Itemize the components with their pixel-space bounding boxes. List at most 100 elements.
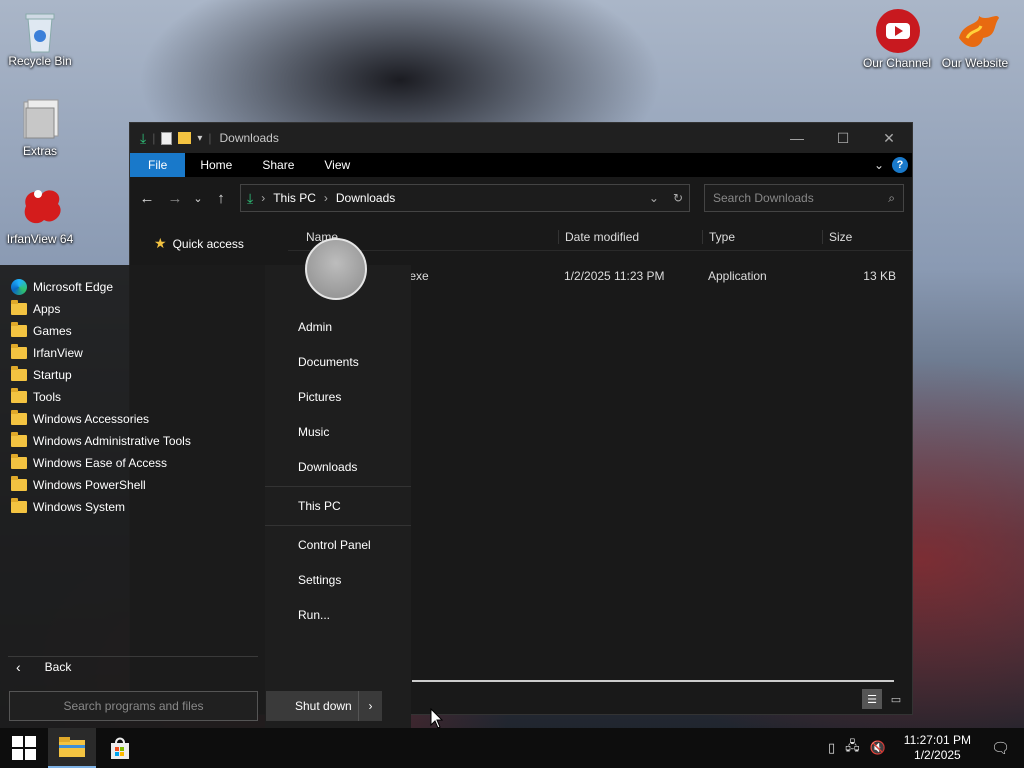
desktop-icon-label: Our Channel [862, 56, 932, 70]
title-bar[interactable]: ⤓ | ▾ | Downloads — ☐ ✕ [130, 123, 912, 153]
taskbar: ▯ 🖧 🔇 11:27:01 PM 1/2/2025 🗨 [0, 728, 1024, 768]
search-box[interactable]: Search Downloads ⌕ [704, 184, 904, 212]
taskbar-store[interactable] [96, 728, 144, 768]
notification-icon[interactable]: 🗨 [991, 739, 1010, 757]
desktop-icon-extras[interactable]: Extras [0, 96, 80, 158]
network-icon[interactable]: 🖧 [845, 737, 860, 759]
start-item-label: Windows PowerShell [33, 478, 146, 492]
taskbar-file-explorer[interactable] [48, 728, 96, 768]
minimize-button[interactable]: — [774, 123, 820, 153]
start-item-windows-ease-of-access[interactable]: Windows Ease of Access [0, 452, 260, 474]
start-menu: Microsoft Edge Apps Games IrfanView Star… [0, 238, 411, 733]
star-icon: ★ [154, 235, 167, 251]
breadcrumb-downloads[interactable]: Downloads [336, 191, 395, 205]
volume-muted-icon[interactable]: 🔇 [870, 740, 886, 756]
nav-item-quick-access[interactable]: ★ Quick access [130, 235, 288, 252]
search-icon: ⌕ [888, 190, 895, 205]
divider [8, 656, 258, 657]
phoenix-icon [953, 8, 999, 52]
start-link-settings[interactable]: Settings [298, 573, 341, 587]
horizontal-scrollbar[interactable] [412, 680, 894, 682]
start-link-admin[interactable]: Admin [298, 320, 332, 334]
new-folder-icon[interactable] [178, 132, 192, 144]
column-headers: Name Date modified Type Size [288, 219, 912, 251]
breadcrumb-separator-icon: › [261, 191, 266, 205]
file-type: Application [708, 269, 767, 283]
folder-icon [11, 300, 27, 315]
start-button[interactable] [0, 728, 48, 768]
start-item-startup[interactable]: Startup [0, 364, 260, 386]
downloads-location-icon: ⤓ [247, 189, 254, 206]
back-arrow-icon[interactable]: ← [136, 190, 158, 207]
properties-icon[interactable] [161, 131, 173, 145]
details-view-icon[interactable]: ☰ [862, 689, 882, 709]
desktop-icon-label: Our Website [941, 56, 1009, 70]
desktop-icon-our-channel[interactable]: Our Channel [857, 8, 937, 70]
customize-dropdown-icon[interactable]: ▾ [197, 133, 202, 144]
breadcrumb-this-pc[interactable]: This PC [273, 191, 316, 205]
expand-ribbon-icon[interactable]: ⌄ [874, 158, 884, 172]
forward-arrow-icon[interactable]: → [164, 190, 186, 207]
search-placeholder: Search Downloads [713, 191, 814, 205]
start-item-windows-powershell[interactable]: Windows PowerShell [0, 474, 260, 496]
start-item-games[interactable]: Games [0, 320, 260, 342]
maximize-button[interactable]: ☐ [820, 123, 866, 153]
edge-icon [11, 279, 27, 295]
folder-icon [11, 366, 27, 381]
shutdown-button[interactable]: Shut down › [266, 691, 382, 721]
recent-locations-chevron-icon[interactable]: ⌄ [192, 192, 204, 205]
windows-logo-icon [12, 736, 36, 760]
start-link-pictures[interactable]: Pictures [298, 390, 341, 404]
recycle-bin-icon [18, 6, 62, 53]
navigation-bar: ← → ⌄ ↑ ⤓ › This PC › Downloads ⌄ ↻ Sear… [130, 177, 912, 219]
start-link-control-panel[interactable]: Control Panel [298, 538, 371, 552]
start-item-apps[interactable]: Apps [0, 298, 260, 320]
address-bar[interactable]: ⤓ › This PC › Downloads ⌄ ↻ [240, 184, 690, 212]
folder-icon [11, 388, 27, 403]
user-avatar[interactable] [305, 238, 367, 300]
system-tray: ▯ 🖧 🔇 11:27:01 PM 1/2/2025 🗨 [828, 733, 1024, 763]
back-button[interactable]: ‹ Back [10, 659, 71, 675]
desktop-icon-irfanview[interactable]: IrfanView 64 [0, 184, 80, 246]
quick-access-toolbar: ⤓ | ▾ | [140, 129, 212, 146]
start-search-input[interactable]: Search programs and files [9, 691, 258, 721]
start-item-microsoft-edge[interactable]: Microsoft Edge [0, 276, 260, 298]
column-date-modified[interactable]: Date modified [558, 230, 702, 244]
usb-icon[interactable]: ▯ [828, 740, 835, 756]
folder-stack-icon [18, 96, 62, 140]
window-title: Downloads [219, 131, 279, 145]
chevron-right-icon[interactable]: › [358, 691, 382, 721]
start-item-tools[interactable]: Tools [0, 386, 260, 408]
start-link-documents[interactable]: Documents [298, 355, 359, 369]
file-size: 13 KB [863, 269, 896, 283]
start-link-this-pc[interactable]: This PC [298, 499, 341, 513]
start-item-label: Windows Accessories [33, 412, 150, 426]
close-button[interactable]: ✕ [866, 123, 912, 153]
desktop-icon-label: Recycle Bin [8, 54, 72, 68]
start-link-run[interactable]: Run... [298, 608, 330, 622]
clock-time: 11:27:01 PM [903, 733, 971, 747]
start-item-windows-administrative-tools[interactable]: Windows Administrative Tools [0, 430, 260, 452]
desktop-icon-recycle-bin[interactable]: Recycle Bin [0, 6, 80, 68]
folder-icon [11, 454, 27, 469]
up-arrow-icon[interactable]: ↑ [210, 190, 232, 207]
clock[interactable]: 11:27:01 PM 1/2/2025 [904, 733, 971, 763]
start-search-placeholder: Search programs and files [63, 699, 204, 713]
column-type[interactable]: Type [702, 230, 822, 244]
address-dropdown-icon[interactable]: ⌄ [649, 191, 659, 205]
tab-share[interactable]: Share [247, 153, 309, 177]
start-item-windows-system[interactable]: Windows System [0, 496, 260, 518]
tab-file[interactable]: File [130, 153, 186, 177]
start-link-downloads[interactable]: Downloads [298, 460, 357, 474]
start-item-irfanview[interactable]: IrfanView [0, 342, 260, 364]
desktop-icon-our-website[interactable]: Our Website [935, 8, 1015, 70]
start-item-windows-accessories[interactable]: Windows Accessories [0, 408, 260, 430]
tab-home[interactable]: Home [185, 153, 247, 177]
start-link-music[interactable]: Music [298, 425, 329, 439]
tab-view[interactable]: View [309, 153, 365, 177]
refresh-icon[interactable]: ↻ [673, 191, 683, 205]
help-icon[interactable]: ? [892, 157, 908, 173]
large-icons-view-icon[interactable]: ▭ [886, 689, 906, 709]
desktop-icon-label: Extras [22, 144, 57, 158]
column-size[interactable]: Size [822, 230, 902, 244]
